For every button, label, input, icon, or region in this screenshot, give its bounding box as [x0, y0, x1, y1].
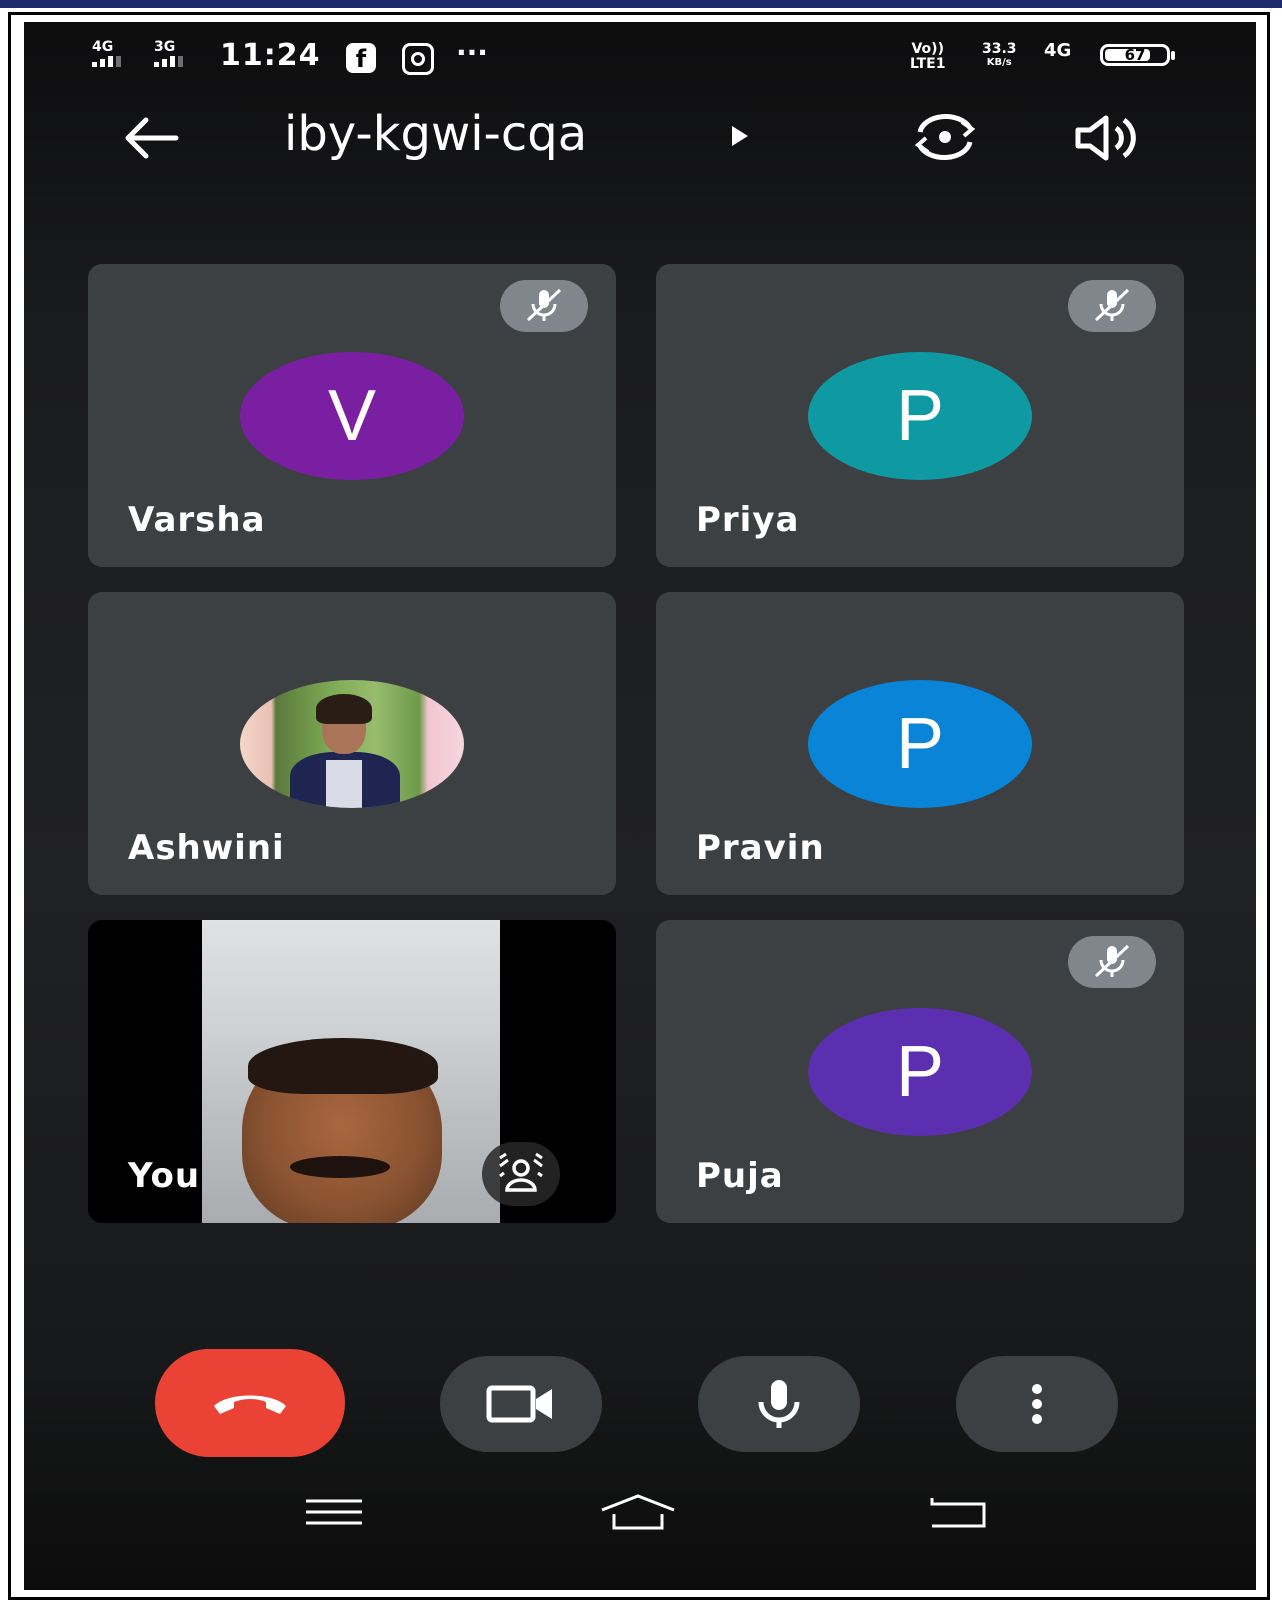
avatar-pravin: P [808, 680, 1032, 808]
network-type-3: 4G [1044, 40, 1072, 61]
end-call-button[interactable] [155, 1349, 345, 1457]
camera-toggle-button[interactable] [440, 1356, 602, 1452]
avatar-varsha: V [240, 352, 464, 480]
status-bar: 4G 3G 11:24 f ··· Vo)) LTE1 33.3 KB/s 4G… [24, 22, 1256, 102]
participant-tile-ashwini[interactable]: Ashwini [88, 592, 616, 895]
network-speed: 33.3 KB/s [982, 42, 1017, 70]
more-options-button[interactable] [956, 1356, 1118, 1452]
clock: 11:24 [220, 38, 321, 73]
participant-tile-puja[interactable]: P Puja [656, 920, 1184, 1223]
volte-indicator: Vo)) LTE1 [910, 42, 945, 72]
signal-icon-2: 3G [154, 40, 183, 67]
instagram-icon [402, 43, 434, 75]
more-vert-icon [1032, 1384, 1042, 1424]
avatar-puja: P [808, 1008, 1032, 1136]
video-camera-icon [486, 1385, 552, 1423]
phone-screen: 4G 3G 11:24 f ··· Vo)) LTE1 33.3 KB/s 4G… [24, 22, 1256, 1590]
volte-top: Vo)) [911, 41, 944, 57]
participant-tile-priya[interactable]: P Priya [656, 264, 1184, 567]
switch-camera-icon[interactable] [908, 112, 982, 162]
network-type-2: 3G [154, 39, 176, 55]
network-type-1: 4G [92, 39, 114, 55]
speaker-icon[interactable] [1074, 114, 1140, 162]
home-icon[interactable] [598, 1492, 678, 1532]
participant-name: Ashwini [128, 828, 285, 868]
microphone-icon [758, 1380, 800, 1428]
facebook-icon: f [346, 43, 376, 73]
participant-name: You [128, 1156, 201, 1196]
hang-up-icon [214, 1395, 286, 1414]
microphone-toggle-button[interactable] [698, 1356, 860, 1452]
participant-tile-pravin[interactable]: P Pravin [656, 592, 1184, 895]
top-border-band [0, 0, 1282, 8]
back-nav-icon[interactable] [928, 1494, 988, 1530]
participant-name: Puja [696, 1156, 784, 1196]
meeting-code-title[interactable]: iby-kgwi-cqa [284, 106, 587, 162]
avatar-priya: P [808, 352, 1032, 480]
participant-name: Priya [696, 500, 800, 540]
participant-tile-varsha[interactable]: V Varsha [88, 264, 616, 567]
battery-icon: 67 [1100, 44, 1175, 66]
recent-apps-icon[interactable] [306, 1498, 362, 1526]
self-video-tile[interactable]: You [88, 920, 616, 1223]
muted-mic-icon [1068, 280, 1156, 332]
muted-mic-icon [500, 280, 588, 332]
self-camera-feed [202, 920, 500, 1223]
background-effects-icon[interactable] [482, 1142, 560, 1206]
back-arrow-icon[interactable] [120, 114, 180, 162]
battery-level: 67 [1124, 46, 1146, 64]
speed-value: 33.3 [982, 41, 1017, 57]
participant-name: Varsha [128, 500, 266, 540]
more-notifications-icon: ··· [456, 36, 488, 69]
volte-bottom: LTE1 [910, 56, 946, 72]
signal-icon: 4G [92, 40, 121, 67]
meeting-details-arrow-icon[interactable] [732, 126, 748, 146]
avatar-photo-ashwini [240, 680, 464, 808]
participant-name: Pravin [696, 828, 825, 868]
muted-mic-icon [1068, 936, 1156, 988]
speed-unit: KB/s [986, 57, 1012, 68]
